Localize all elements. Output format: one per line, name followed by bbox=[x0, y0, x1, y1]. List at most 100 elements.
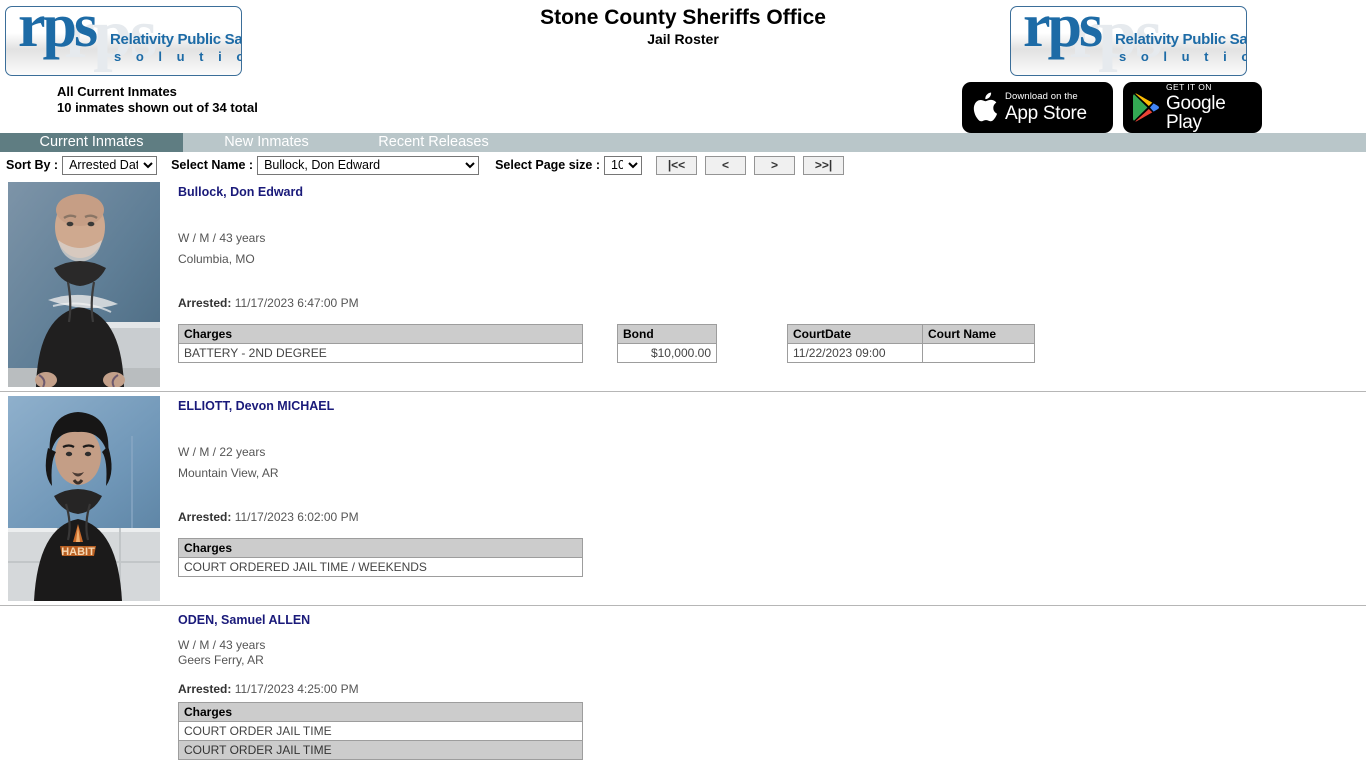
inmate-demographics: W / M / 43 years bbox=[178, 638, 1366, 653]
charge-description: COURT ORDERED JAIL TIME / WEEKENDS bbox=[179, 558, 583, 577]
inmate-arrested-row: Arrested: 11/17/2023 6:02:00 PM bbox=[178, 510, 1366, 524]
sort-by-select[interactable]: Arrested DateName bbox=[62, 156, 157, 175]
inmate-details: ODEN, Samuel ALLEN W / M / 43 yearsGeers … bbox=[160, 606, 1366, 768]
inmate-mugshot-placeholder bbox=[8, 610, 160, 614]
roster-tab-bar: Current Inmates New Inmates Recent Relea… bbox=[0, 133, 1366, 152]
select-name-label: Select Name : bbox=[171, 158, 253, 172]
charge-description: BATTERY - 2ND DEGREE bbox=[179, 344, 583, 363]
inmate-roster-list: Bullock, Don Edward W / M / 43 years Colum… bbox=[0, 178, 1366, 768]
prev-page-button[interactable]: < bbox=[705, 156, 746, 175]
inmate-mugshot: HABIT bbox=[8, 396, 160, 601]
inmate-name-link[interactable]: ODEN, Samuel ALLEN bbox=[178, 613, 310, 627]
bond-amount: $10,000.00 bbox=[618, 344, 717, 363]
store-badges: Download on the App Store GET IT ON Goog… bbox=[962, 82, 1262, 133]
rps-logo-wordmark: rps bbox=[1023, 6, 1100, 62]
page-header: rps rps Relativity Public Safety s o l u… bbox=[0, 0, 1366, 133]
court-row: 11/22/2023 09:00 bbox=[788, 344, 1035, 363]
rps-logo-tagline-2: s o l u t i o n s bbox=[114, 49, 242, 64]
inmate-arrested-row: Arrested: 11/17/2023 6:47:00 PM bbox=[178, 296, 1366, 310]
first-page-button[interactable]: |<< bbox=[656, 156, 697, 175]
charge-row: COURT ORDER JAIL TIME bbox=[179, 722, 583, 741]
bond-row: $10,000.00 bbox=[618, 344, 717, 363]
inmate-details: ELLIOTT, Devon MICHAEL W / M / 22 years Mo… bbox=[160, 392, 1366, 605]
inmate-tables-row: ChargesCOURT ORDERED JAIL TIME / WEEKEND… bbox=[178, 538, 1366, 577]
court-date-column-header: CourtDate bbox=[788, 325, 923, 344]
tab-new-inmates[interactable]: New Inmates bbox=[183, 133, 350, 152]
inmate-name-link[interactable]: ELLIOTT, Devon MICHAEL bbox=[178, 399, 334, 413]
inmate-demographics: W / M / 43 years bbox=[178, 231, 1366, 246]
arrested-value: 11/17/2023 4:25:00 PM bbox=[231, 682, 358, 696]
arrested-value: 11/17/2023 6:02:00 PM bbox=[231, 510, 358, 524]
rps-logo-left[interactable]: rps rps Relativity Public Safety s o l u… bbox=[5, 6, 242, 76]
rps-logo-tagline-1: Relativity Public Safety bbox=[110, 31, 242, 48]
record-bottom-spacer bbox=[178, 760, 1366, 768]
last-page-button[interactable]: >>| bbox=[803, 156, 844, 175]
select-name-dropdown[interactable]: Bullock, Don EdwardELLIOTT, Devon MICHAE… bbox=[257, 156, 479, 175]
app-store-label: Download on the App Store bbox=[1005, 92, 1087, 123]
court-name-value bbox=[923, 344, 1035, 363]
rps-logo-tagline-2: s o l u t i o n s bbox=[1119, 49, 1247, 64]
charge-description: COURT ORDER JAIL TIME bbox=[179, 722, 583, 741]
arrested-label: Arrested: bbox=[178, 682, 231, 696]
google-play-icon bbox=[1132, 93, 1159, 122]
roster-summary: All Current Inmates 10 inmates shown out… bbox=[57, 84, 258, 116]
roster-scope-label: All Current Inmates bbox=[57, 84, 258, 100]
arrested-label: Arrested: bbox=[178, 510, 231, 524]
inmate-record: Bullock, Don Edward W / M / 43 years Colum… bbox=[0, 178, 1366, 391]
inmate-tables-row: ChargesCOURT ORDER JAIL TIMECOURT ORDER … bbox=[178, 702, 1366, 760]
charge-row: COURT ORDER JAIL TIME bbox=[179, 741, 583, 760]
charge-row: COURT ORDERED JAIL TIME / WEEKENDS bbox=[179, 558, 583, 577]
record-bottom-spacer bbox=[178, 577, 1366, 585]
court-name-column-header: Court Name bbox=[923, 325, 1035, 344]
tab-recent-releases[interactable]: Recent Releases bbox=[350, 133, 517, 152]
apple-icon bbox=[972, 92, 998, 123]
rps-logo-wordmark: rps bbox=[18, 6, 95, 62]
charges-column-header: Charges bbox=[179, 325, 583, 344]
google-play-small-label: GET IT ON bbox=[1166, 83, 1250, 92]
inmate-demographics: W / M / 22 years bbox=[178, 445, 1366, 460]
charges-table: ChargesBATTERY - 2ND DEGREE bbox=[178, 324, 583, 363]
inmate-demographics-block: W / M / 43 yearsGeers Ferry, AR bbox=[178, 638, 1366, 668]
arrested-value: 11/17/2023 6:47:00 PM bbox=[231, 296, 358, 310]
inmate-record: HABIT ELLIOTT, Devon MICHAEL W / M / 22 y… bbox=[0, 392, 1366, 605]
inmate-demographics-block: W / M / 43 years Columbia, MO bbox=[178, 231, 1366, 267]
app-store-button[interactable]: Download on the App Store bbox=[962, 82, 1113, 133]
charges-table: ChargesCOURT ORDER JAIL TIMECOURT ORDER … bbox=[178, 702, 583, 760]
inmate-demographics-block: W / M / 22 years Mountain View, AR bbox=[178, 445, 1366, 481]
inmate-city-state: Mountain View, AR bbox=[178, 466, 1366, 481]
pagination-controls: |<< < > >>| bbox=[656, 156, 844, 175]
google-play-button[interactable]: GET IT ON Google Play bbox=[1123, 82, 1262, 133]
court-table: CourtDateCourt Name11/22/2023 09:00 bbox=[787, 324, 1035, 363]
rps-logo-tagline-1: Relativity Public Safety bbox=[1115, 31, 1247, 48]
charges-column-header: Charges bbox=[179, 703, 583, 722]
roster-controls: Sort By : Arrested DateName Select Name … bbox=[0, 152, 1366, 178]
app-store-big-label: App Store bbox=[1005, 104, 1087, 123]
court-date-value: 11/22/2023 09:00 bbox=[788, 344, 923, 363]
next-page-button[interactable]: > bbox=[754, 156, 795, 175]
page-size-select[interactable]: 102050 bbox=[604, 156, 642, 175]
page-size-label: Select Page size : bbox=[495, 158, 600, 172]
inmate-city-state: Geers Ferry, AR bbox=[178, 653, 1366, 668]
inmate-mugshot bbox=[8, 182, 160, 387]
google-play-label: GET IT ON Google Play bbox=[1166, 83, 1250, 132]
app-store-small-label: Download on the bbox=[1005, 92, 1087, 102]
record-bottom-spacer bbox=[178, 363, 1366, 371]
inmate-name-link[interactable]: Bullock, Don Edward bbox=[178, 185, 303, 199]
bond-table: Bond$10,000.00 bbox=[617, 324, 717, 363]
charges-table: ChargesCOURT ORDERED JAIL TIME / WEEKEND… bbox=[178, 538, 583, 577]
inmate-record: ODEN, Samuel ALLEN W / M / 43 yearsGeers … bbox=[0, 606, 1366, 768]
arrested-label: Arrested: bbox=[178, 296, 231, 310]
roster-count-label: 10 inmates shown out of 34 total bbox=[57, 100, 258, 116]
svg-text:HABIT: HABIT bbox=[61, 546, 95, 558]
charge-description: COURT ORDER JAIL TIME bbox=[179, 741, 583, 760]
charge-row: BATTERY - 2ND DEGREE bbox=[179, 344, 583, 363]
inmate-arrested-row: Arrested: 11/17/2023 4:25:00 PM bbox=[178, 682, 1366, 696]
google-play-big-label: Google Play bbox=[1166, 94, 1250, 132]
sort-by-label: Sort By : bbox=[6, 158, 58, 172]
inmate-tables-row: ChargesBATTERY - 2ND DEGREE Bond$10,000.0… bbox=[178, 324, 1366, 363]
bond-column-header: Bond bbox=[618, 325, 717, 344]
inmate-details: Bullock, Don Edward W / M / 43 years Colum… bbox=[160, 178, 1366, 391]
rps-logo-right[interactable]: rps rps Relativity Public Safety s o l u… bbox=[1010, 6, 1247, 76]
tab-current-inmates[interactable]: Current Inmates bbox=[0, 133, 183, 152]
inmate-city-state: Columbia, MO bbox=[178, 252, 1366, 267]
